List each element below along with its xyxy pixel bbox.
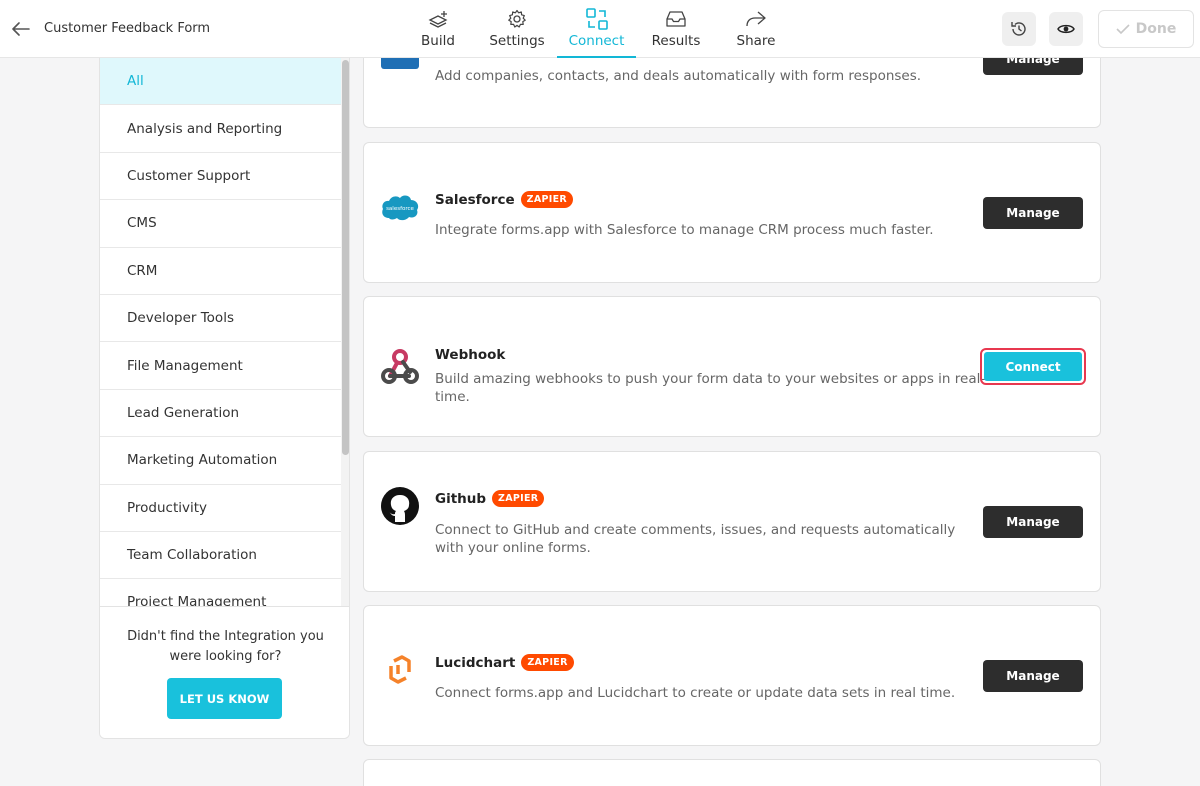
manage-button[interactable]: Manage [983,660,1083,692]
tab-settings-label: Settings [489,33,545,49]
integration-description: Integrate forms.app with Salesforce to m… [435,222,934,238]
check-icon [1116,24,1130,35]
integration-card-webhook: Webhook Build amazing webhooks to push y… [363,296,1101,437]
share-arrow-icon [745,8,767,30]
integration-description: Add companies, contacts, and deals autom… [435,68,922,84]
integration-card-salesforce: salesforce Salesforce ZAPIER Integrate f… [363,142,1101,283]
lucidchart-logo-icon [380,650,420,690]
form-title: Customer Feedback Form [44,21,211,36]
sidebar-scroll-thumb[interactable] [342,60,349,455]
integration-card-lucidchart: Lucidchart ZAPIER Connect forms.app and … [363,605,1101,746]
integration-name: Github ZAPIER [435,490,545,507]
integration-name: Salesforce ZAPIER [435,191,573,208]
done-button[interactable]: Done [1098,10,1194,48]
eye-icon [1057,24,1075,34]
tab-results-label: Results [651,33,701,49]
manage-button[interactable]: Manage [983,506,1083,538]
let-us-know-button[interactable]: LET US KNOW [167,678,282,719]
zapier-badge: ZAPIER [492,490,545,507]
category-item-developer-tools[interactable]: Developer Tools [100,295,341,343]
integration-name: Webhook [435,347,505,363]
category-item-lead-generation[interactable]: Lead Generation [100,390,341,438]
back-arrow-icon[interactable] [11,19,31,39]
github-logo-icon [380,486,420,526]
build-icon [427,8,449,30]
integration-name-text: Github [435,490,487,507]
gear-icon [507,8,527,30]
connect-button-label: Connect [984,352,1082,381]
tab-results[interactable]: Results [651,8,701,58]
tab-settings[interactable]: Settings [489,8,545,58]
tab-share[interactable]: Share [735,8,777,58]
integration-card-github: Github ZAPIER Connect to GitHub and crea… [363,451,1101,592]
category-item-productivity[interactable]: Productivity [100,485,341,532]
history-icon [1011,22,1026,36]
integration-name: Lucidchart ZAPIER [435,654,574,671]
category-item-all[interactable]: All [100,58,341,106]
connect-button[interactable]: Connect [980,348,1086,385]
category-item-team-collaboration[interactable]: Team Collaboration [100,532,341,580]
tab-share-label: Share [736,33,776,49]
webhook-logo-icon [380,347,420,387]
category-item-project-management[interactable]: Project Management [100,579,341,606]
zapier-badge: ZAPIER [520,191,573,208]
category-item-marketing-automation[interactable]: Marketing Automation [100,437,341,485]
integration-description: Build amazing webhooks to push your form… [435,371,986,405]
done-label: Done [1135,21,1177,37]
sidebar-scrollbar[interactable] [341,58,349,606]
history-button[interactable] [1002,12,1036,46]
tab-build[interactable]: Build [418,8,458,58]
category-sidebar: All Analysis and Reporting Customer Supp… [99,58,350,739]
tab-build-label: Build [421,33,455,49]
connect-icon [585,8,608,30]
category-item-cms[interactable]: CMS [100,200,341,248]
inbox-icon [665,8,687,30]
category-item-analysis[interactable]: Analysis and Reporting [100,105,341,153]
category-list: All Analysis and Reporting Customer Supp… [100,58,341,606]
integration-card-next [363,759,1101,786]
preview-button[interactable] [1049,12,1083,46]
salesforce-logo-icon: salesforce [380,187,420,227]
integration-name-text: Lucidchart [435,654,516,671]
integration-name-text: Salesforce [435,191,515,208]
top-bar: Customer Feedback Form Build Settings Co… [0,0,1200,58]
sidebar-footer: Didn't find the Integration you were loo… [100,606,349,738]
tab-connect[interactable]: Connect [557,8,636,58]
category-item-file-management[interactable]: File Management [100,342,341,390]
manage-button[interactable]: Manage [983,197,1083,229]
category-item-customer-support[interactable]: Customer Support [100,153,341,201]
zapier-badge: ZAPIER [521,654,574,671]
svg-text:salesforce: salesforce [386,206,414,212]
category-item-crm[interactable]: CRM [100,248,341,295]
not-found-message: Didn't find the Integration you were loo… [127,629,324,664]
integration-description: Connect to GitHub and create comments, i… [435,522,956,556]
integration-description: Connect forms.app and Lucidchart to crea… [435,685,956,701]
tab-connect-label: Connect [568,33,625,49]
integration-name-text: Webhook [435,347,506,363]
